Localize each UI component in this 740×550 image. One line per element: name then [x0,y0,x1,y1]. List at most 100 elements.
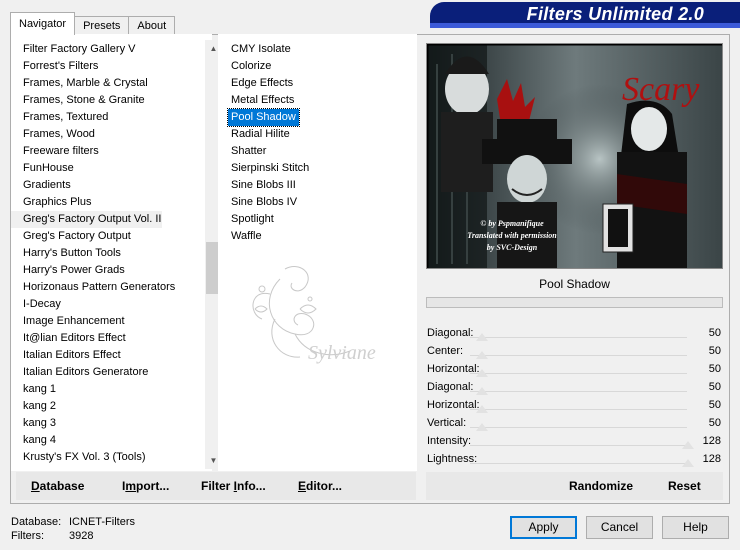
param-value: 50 [708,327,721,339]
param-row: Center: 50 [426,342,723,360]
param-value: 50 [708,381,721,393]
tab-presets[interactable]: Presets [74,16,130,35]
param-label: Horizontal: [427,363,480,375]
category-item[interactable]: Forrest's Filters [11,58,196,75]
category-item[interactable]: FunHouse [11,160,196,177]
randomize-button[interactable]: Randomize [569,479,633,493]
filter-item[interactable]: Waffle [228,228,265,245]
filter-item[interactable]: Spotlight [228,211,277,228]
category-item[interactable]: I-Decay [11,296,196,313]
filter-list-panel: CMY Isolate Colorize Edge Effects Metal Eff… [218,34,417,471]
filter-item[interactable]: Sine Blobs IV [228,194,300,211]
help-button[interactable]: Help [662,516,729,539]
category-item[interactable]: Greg's Factory Output Vol. II [11,211,162,228]
category-item[interactable]: kang 2 [11,398,196,415]
param-label: Vertical: [427,417,467,429]
category-item[interactable]: Frames, Textured [11,109,196,126]
param-slider-track[interactable] [470,337,687,338]
param-slider-thumb[interactable] [476,351,488,359]
cancel-button[interactable]: Cancel [586,516,653,539]
category-item[interactable]: Greg's Factory Output [11,228,196,245]
param-label: Diagonal: [427,327,474,339]
param-slider-track[interactable] [470,373,687,374]
preview-caption-1: © by Pspmanifique [480,219,544,228]
category-item[interactable]: kang 3 [11,415,196,432]
param-slider-track[interactable] [470,409,687,410]
category-item[interactable]: Frames, Wood [11,126,196,143]
param-value: 128 [702,435,721,447]
category-item[interactable]: Freeware filters [11,143,196,160]
tab-bar: Navigator Presets About [10,12,176,35]
param-slider-thumb[interactable] [476,387,488,395]
title-banner: Filters Unlimited 2.0 [430,2,740,28]
sylviane-watermark: Sylviane [252,266,376,364]
current-filter-name: Pool Shadow [539,277,610,291]
tab-navigator[interactable]: Navigator [10,12,76,35]
category-item[interactable]: Frames, Marble & Crystal [11,75,196,92]
category-item[interactable]: Frames, Stone & Granite [11,92,196,109]
param-slider-track[interactable] [470,355,687,356]
param-label: Intensity: [427,435,472,447]
preview-image: Scary © by Pspmanifique Translated with … [426,43,723,269]
editor-button[interactable]: Editor... [298,479,342,493]
category-item[interactable]: Harry's Button Tools [11,245,196,262]
param-row: Intensity: 128 [426,432,723,450]
param-row: Diagonal: 50 [426,378,723,396]
param-slider-thumb[interactable] [682,459,695,467]
apply-button[interactable]: Apply [510,516,577,539]
param-label: Diagonal: [427,381,474,393]
param-slider-thumb[interactable] [476,333,488,341]
category-item[interactable]: Harry's Power Grads [11,262,196,279]
filter-list: CMY Isolate Colorize Edge Effects Metal Eff… [227,41,312,245]
filter-item[interactable]: Shatter [228,143,269,160]
param-slider-track[interactable] [470,445,687,446]
param-label: Center: [427,345,464,357]
category-item[interactable]: Filter Factory Gallery V [11,41,196,58]
category-item[interactable]: Italian Editors Generatore [11,364,196,381]
filter-item[interactable]: Pool Shadow [227,108,300,127]
progress-bar [426,297,723,308]
filter-item[interactable]: Sine Blobs III [228,177,299,194]
param-slider-thumb[interactable] [476,423,488,431]
param-slider-track[interactable] [470,463,687,464]
category-item[interactable]: Image Enhancement [11,313,196,330]
preview-title-text: Scary [622,71,700,108]
category-list: Filter Factory Gallery V Forrest's Filter… [11,41,196,471]
category-item[interactable]: Gradients [11,177,196,194]
database-label: Database: [11,516,62,528]
param-slider-thumb[interactable] [682,441,695,449]
param-label: Lightness: [427,453,478,465]
import-button[interactable]: Import... [122,479,169,493]
parameter-sliders: Diagonal: 50 Center: 50 Horizontal: 50 Diagona… [426,324,723,468]
param-value: 50 [708,417,721,429]
reset-button[interactable]: Reset [668,479,701,493]
category-item[interactable]: Krusty's FX Vol. 3 (Tools) [11,449,196,466]
param-value: 128 [702,453,721,465]
category-item[interactable]: kang 1 [11,381,196,398]
filters-count-label: Filters: [11,530,44,542]
filter-item[interactable]: Radial Hilite [228,126,293,143]
param-row: Diagonal: 50 [426,324,723,342]
filter-item[interactable]: Colorize [228,58,274,75]
category-item[interactable]: Italian Editors Effect [11,347,196,364]
filter-item[interactable]: Edge Effects [228,75,296,92]
param-label: Horizontal: [427,399,480,411]
filter-item[interactable]: Sierpinski Stitch [228,160,312,177]
database-button[interactable]: Database [31,479,84,493]
param-value: 50 [708,363,721,375]
preview-caption-2: Translated with permission [467,231,557,240]
category-item[interactable]: Horizonaus Pattern Generators [11,279,196,296]
database-value: ICNET-Filters [69,516,135,528]
category-item[interactable]: It@lian Editors Effect [11,330,196,347]
filter-info-button[interactable]: Filter Info... [201,479,266,493]
param-slider-track[interactable] [470,427,687,428]
category-item[interactable]: kang 4 [11,432,196,449]
filter-item[interactable]: CMY Isolate [228,41,294,58]
param-row: Vertical: 50 [426,414,723,432]
filter-item[interactable]: Metal Effects [228,92,297,109]
category-item[interactable]: Graphics Plus [11,194,196,211]
filters-count-value: 3928 [69,530,94,542]
tab-about[interactable]: About [128,16,176,35]
watermark-text: Sylviane [308,342,376,364]
param-slider-track[interactable] [470,391,687,392]
